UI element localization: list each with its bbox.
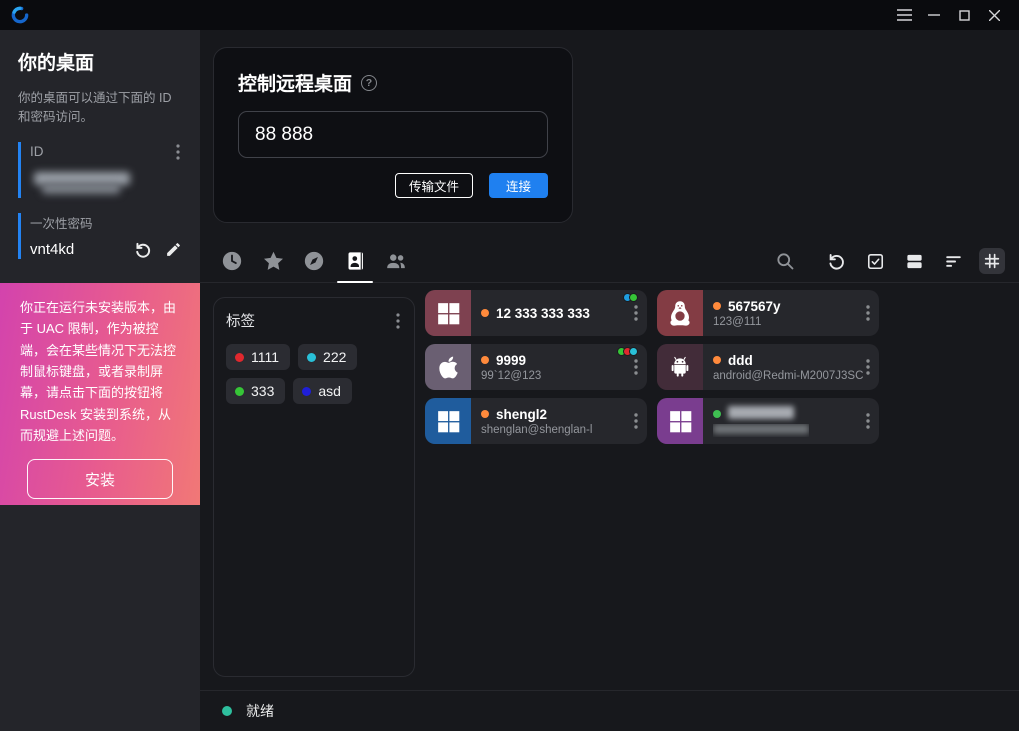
peer-name: 9999 [496,353,526,368]
grid-hash-icon[interactable] [979,248,1005,274]
cards-view-icon[interactable] [901,248,927,274]
platform-icon [657,344,703,390]
peer-username: 99`12@123 [481,370,541,382]
peer-name: ddd [728,353,753,368]
peer-status-dot [713,410,721,418]
remote-id-input[interactable] [238,111,548,158]
peer-status-dot [713,356,721,364]
rustdesk-window: 你的桌面 你的桌面可以通过下面的 ID 和密码访问。 ID 一次性密码 [0,0,1019,731]
remote-card-title: 控制远程桌面 [238,69,352,96]
tag-label: 333 [251,383,274,399]
tag-label: asd [318,383,341,399]
password-label: 一次性密码 [30,213,182,232]
peer-menu-icon[interactable] [630,355,642,379]
peer-status-dot [481,356,489,364]
peer-card[interactable]: shengl2 shenglan@shenglan-l [425,398,647,444]
peer-card[interactable] [657,398,879,444]
one-time-password-section: 一次性密码 vnt4kd [18,213,182,259]
rustdesk-logo [10,5,30,25]
platform-icon [425,290,471,336]
tag-color-dot [235,353,244,362]
tab-discovered[interactable] [302,246,326,276]
tags-kebab-menu-icon[interactable] [394,311,402,331]
peer-menu-icon[interactable] [630,301,642,325]
install-button[interactable]: 安装 [27,459,173,499]
tab-recent-sessions[interactable] [220,246,244,276]
tag-label: 222 [323,349,346,365]
tag-color-dot [307,353,316,362]
main-area: 控制远程桌面 ? 传输文件 连接 [200,30,1019,731]
peer-card[interactable]: ddd android@Redmi-M2007J3SC [657,344,879,390]
sidebar-your-desktop: 你的桌面 你的桌面可以通过下面的 ID 和密码访问。 ID 一次性密码 [0,30,200,731]
peers-content: 标签 1111 222 333 asd [213,290,1019,690]
peer-username [713,424,809,437]
warning-text: 你正在运行未安装版本，由于 UAC 限制，作为被控端，会在某些情况下无法控制鼠标… [20,297,180,446]
peer-status-dot [481,410,489,418]
peer-card[interactable]: 567567y 123@111 [657,290,879,336]
tag-chip[interactable]: 1111 [226,344,290,370]
peer-toolbar [200,240,1019,283]
tag-chip[interactable]: 333 [226,378,285,404]
peer-menu-icon[interactable] [862,355,874,379]
peer-menu-icon[interactable] [862,301,874,325]
statusbar: 就绪 [200,690,1019,731]
tag-color-dot [302,387,311,396]
platform-icon [425,344,471,390]
status-text: 就绪 [246,701,274,721]
peer-name: shengl2 [496,407,547,422]
sort-lines-icon[interactable] [940,248,966,274]
tags-title: 标签 [226,310,255,331]
peer-menu-icon[interactable] [630,409,642,433]
password-value: vnt4kd [30,241,74,258]
platform-icon [657,290,703,336]
tag-chip[interactable]: asd [293,378,352,404]
tab-address-book[interactable] [343,246,367,276]
status-ready-dot [222,706,232,716]
platform-icon [657,398,703,444]
platform-icon [425,398,471,444]
tab-favorites[interactable] [261,246,285,276]
refresh-icon[interactable] [823,248,849,274]
tag-label: 1111 [251,349,279,365]
peer-menu-icon[interactable] [862,409,874,433]
control-remote-desktop-card: 控制远程桌面 ? 传输文件 连接 [213,47,573,223]
maximize-icon[interactable] [949,0,979,30]
tag-chip[interactable]: 222 [298,344,357,370]
peer-card[interactable]: 12 333 333 333 [425,290,647,336]
peer-name [728,406,794,422]
sidebar-description: 你的桌面可以通过下面的 ID 和密码访问。 [18,89,182,127]
peer-actions [772,248,1005,274]
id-section: ID [18,142,182,198]
titlebar [0,0,1019,30]
peer-username: 123@111 [713,316,781,328]
peer-grid: 12 333 333 333 567567y 123@111 9999 [425,290,879,444]
uac-warning-banner: 你正在运行未安装版本，由于 UAC 限制，作为被控端，会在某些情况下无法控制鼠标… [0,283,200,505]
refresh-password-icon[interactable] [134,241,152,259]
transfer-file-button[interactable]: 传输文件 [395,173,473,198]
peer-tabs [220,246,408,276]
tags-panel: 标签 1111 222 333 asd [213,297,415,677]
checkbox-icon[interactable] [862,248,888,274]
sidebar-title: 你的桌面 [18,48,182,75]
id-label: ID [30,144,44,159]
connect-button[interactable]: 连接 [489,173,548,198]
menu-icon[interactable] [889,0,919,30]
peer-status-dot [481,309,489,317]
peer-card[interactable]: 9999 99`12@123 [425,344,647,390]
close-icon[interactable] [979,0,1009,30]
id-value-redacted [30,170,182,198]
peer-username: shenglan@shenglan-l [481,424,592,436]
tags-list: 1111 222 333 asd [226,344,402,404]
tab-group[interactable] [384,246,408,276]
id-kebab-menu-icon[interactable] [174,142,182,162]
peer-name: 567567y [728,299,781,314]
peer-username: android@Redmi-M2007J3SC [713,370,863,382]
peer-name: 12 333 333 333 [496,306,590,321]
tag-color-dot [235,387,244,396]
peer-status-dot [713,302,721,310]
edit-pencil-icon[interactable] [165,241,182,258]
search-icon[interactable] [772,248,798,274]
help-icon[interactable]: ? [361,75,377,91]
minimize-icon[interactable] [919,0,949,30]
